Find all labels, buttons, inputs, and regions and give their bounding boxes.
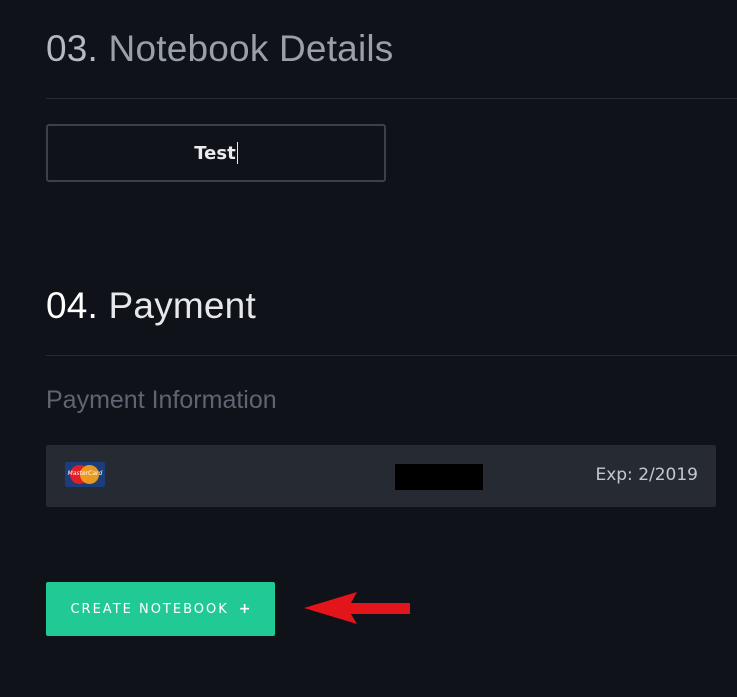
section-title: Payment	[108, 285, 256, 326]
red-arrow-icon	[304, 592, 410, 624]
card-brand-text: MasterCard	[67, 470, 103, 477]
text-caret	[236, 142, 238, 164]
section-title: Notebook Details	[108, 28, 394, 69]
card-expiry: Exp: 2/2019	[595, 465, 698, 485]
notebook-name-input[interactable]: Test	[46, 124, 386, 182]
section-divider	[46, 98, 737, 99]
saved-card-row[interactable]: MasterCard Exp: 2/2019	[46, 445, 716, 507]
section-number: 04.	[46, 285, 99, 326]
redacted-card-number	[395, 464, 483, 490]
notebook-details-heading: 03. Notebook Details	[46, 28, 394, 70]
create-notebook-label: CREATE NOTEBOOK	[70, 601, 229, 617]
mastercard-icon: MasterCard	[65, 462, 105, 487]
section-number: 03.	[46, 28, 99, 69]
create-notebook-button[interactable]: CREATE NOTEBOOK +	[46, 582, 275, 636]
checkout-page: 03. Notebook Details Test 04. Payment Pa…	[0, 0, 737, 697]
plus-icon: +	[238, 601, 251, 617]
section-divider	[46, 355, 737, 356]
payment-information-label: Payment Information	[46, 386, 277, 414]
notebook-name-value[interactable]: Test	[194, 143, 235, 164]
payment-heading: 04. Payment	[46, 285, 256, 327]
